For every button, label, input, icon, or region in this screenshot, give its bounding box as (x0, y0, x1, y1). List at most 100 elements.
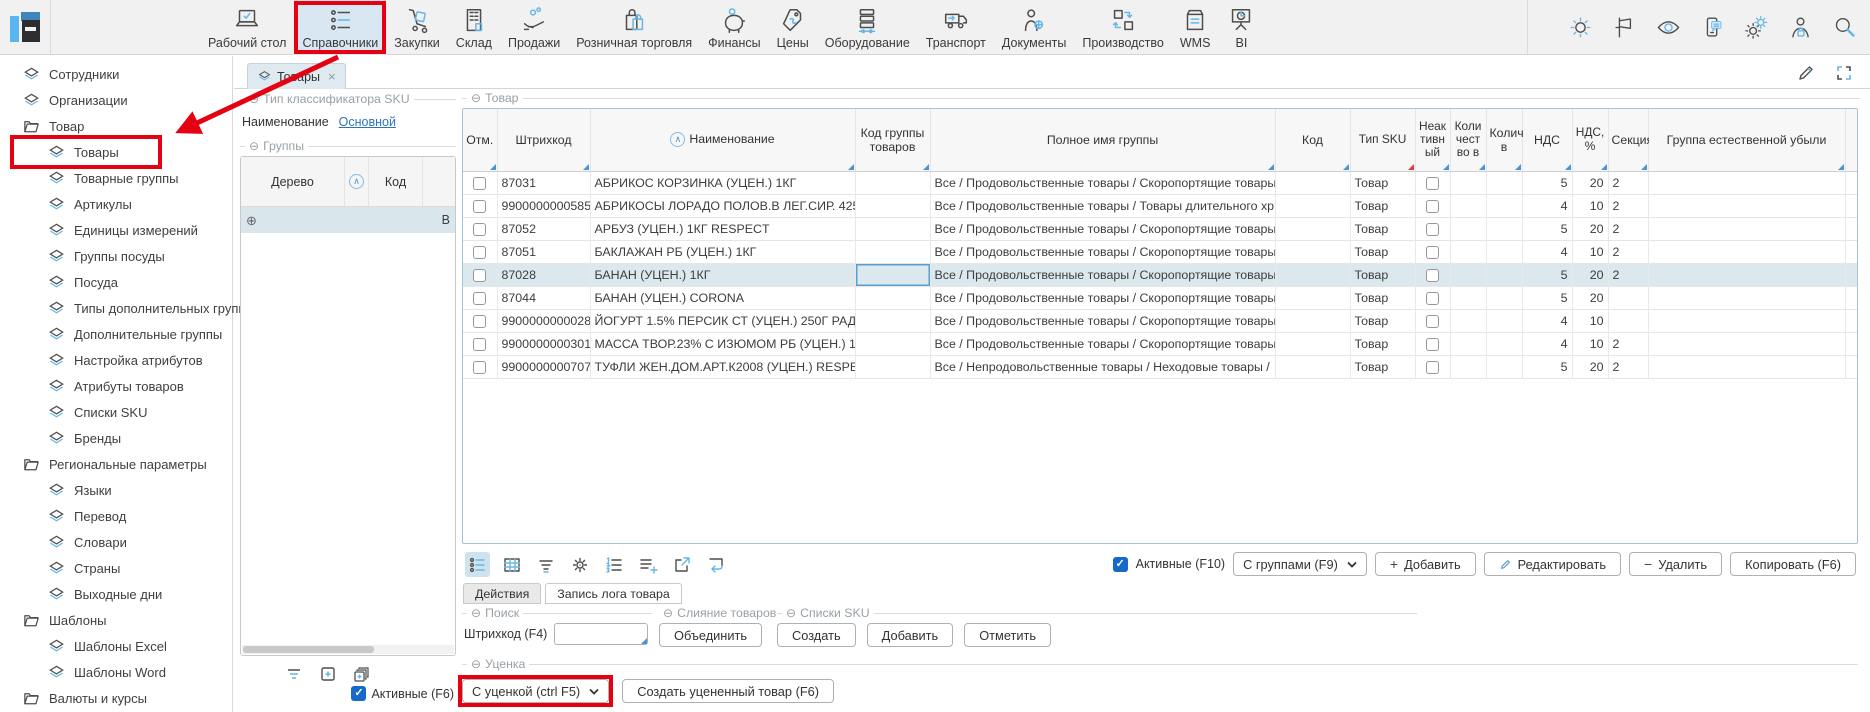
row-checkbox[interactable] (473, 315, 486, 328)
eye-icon[interactable] (1655, 14, 1682, 41)
inactive-checkbox[interactable] (1426, 361, 1439, 374)
module-item[interactable]: Рабочий стол (200, 0, 294, 55)
module-item[interactable]: Закупки (386, 0, 448, 55)
collapse-icon[interactable] (471, 658, 481, 670)
module-item[interactable]: Документы (994, 0, 1074, 55)
sidebar-item[interactable]: Организации (0, 87, 232, 113)
column-header[interactable]: Наименование (590, 109, 855, 171)
close-icon[interactable] (328, 70, 336, 83)
sku-list-button[interactable]: Создать (777, 623, 856, 647)
inactive-checkbox[interactable] (1426, 200, 1439, 213)
inactive-checkbox[interactable] (1426, 338, 1439, 351)
table-row[interactable]: 87051 БАКЛАЖАН РБ (УЦЕН.) 1КГ Все / Прод… (463, 240, 1858, 263)
column-header[interactable]: Секция (1608, 109, 1648, 171)
column-header[interactable]: НДС (1522, 109, 1572, 171)
row-checkbox[interactable] (473, 338, 486, 351)
module-item[interactable]: Цены (769, 0, 817, 55)
sku-list-button[interactable]: Отметить (964, 623, 1051, 647)
edit-button[interactable]: Редактировать (1484, 552, 1621, 576)
column-header[interactable]: Полное имя группы (930, 109, 1275, 171)
tree-filter-icon[interactable] (284, 664, 304, 684)
column-header[interactable]: Тип SKU (1350, 109, 1415, 171)
collapse-icon[interactable] (471, 607, 481, 619)
sidebar-item[interactable]: Страны (0, 555, 232, 581)
sidebar-item[interactable]: Шаблоны Excel (0, 633, 232, 659)
code-column-header[interactable]: Код (369, 157, 423, 206)
inactive-checkbox[interactable] (1426, 292, 1439, 305)
sidebar-item[interactable]: Единицы измерений (0, 217, 232, 243)
table-row[interactable]: 87031 АБРИКОС КОРЗИНКА (УЦЕН.) 1КГ Все /… (463, 171, 1858, 194)
column-header[interactable]: Код (1275, 109, 1350, 171)
delete-button[interactable]: Удалить (1629, 552, 1722, 576)
row-checkbox[interactable] (473, 177, 486, 190)
sku-list-button[interactable]: Добавить (867, 623, 954, 647)
table-row[interactable]: 9900000000585 АБРИКОСЫ ЛОРАДО ПОЛОВ.В ЛЕ… (463, 194, 1858, 217)
list-add-icon[interactable] (635, 552, 660, 577)
view-list-icon[interactable] (465, 552, 490, 577)
sidebar-item[interactable]: Дополнительные группы (0, 321, 232, 347)
inactive-checkbox[interactable] (1426, 315, 1439, 328)
sidebar-item[interactable]: Артикулы (0, 191, 232, 217)
sidebar-item[interactable]: Шаблоны Word (0, 659, 232, 685)
numbered-list-icon[interactable] (601, 552, 626, 577)
tab-product-log[interactable]: Запись лога товара (545, 583, 681, 604)
search-icon[interactable] (1831, 14, 1858, 41)
sort-header-cell[interactable] (345, 157, 369, 206)
sidebar-item[interactable]: Типы дополнительных групп (0, 295, 232, 321)
table-row[interactable]: 9900000000028 ЙОГУРТ 1.5% ПЕРСИК СТ (УЦЕ… (463, 309, 1858, 332)
expand-node-icon[interactable] (246, 214, 257, 227)
pencil-icon[interactable] (1796, 63, 1816, 83)
expand-icon[interactable] (1834, 63, 1854, 83)
row-checkbox[interactable] (473, 200, 486, 213)
inactive-checkbox[interactable] (1426, 223, 1439, 236)
module-item[interactable]: Оборудование (817, 0, 918, 55)
sidebar-item[interactable]: Настройка атрибутов (0, 347, 232, 373)
inactive-checkbox[interactable] (1426, 177, 1439, 190)
module-item[interactable]: Производство (1074, 0, 1172, 55)
feedback-icon[interactable] (1699, 14, 1726, 41)
barcode-input[interactable] (554, 623, 648, 645)
sidebar-item[interactable]: Товарные группы (0, 165, 232, 191)
tab-tovary[interactable]: Товары (247, 63, 346, 89)
column-header[interactable] (1845, 109, 1858, 171)
markdown-mode-select[interactable]: С уценкой (ctrl F5) (462, 679, 609, 703)
column-header[interactable]: Группа естественной убыли (1648, 109, 1845, 171)
settings-icon[interactable] (1743, 14, 1770, 41)
collapse-icon[interactable] (663, 607, 673, 619)
column-header[interactable]: НДС, % (1572, 109, 1608, 171)
add-multiple-groups-icon[interactable] (352, 664, 372, 684)
module-item[interactable]: Транспорт (918, 0, 994, 55)
create-markdown-product-button[interactable]: Создать уцененный товар (F6) (622, 679, 834, 703)
row-checkbox[interactable] (473, 361, 486, 374)
active-f10-checkbox[interactable] (1113, 557, 1128, 572)
sidebar-item[interactable]: Региональные параметры (0, 451, 232, 477)
sidebar-item[interactable]: Товар (0, 113, 232, 139)
row-checkbox[interactable] (473, 269, 486, 282)
table-row[interactable]: 9900000000707 ТУФЛИ ЖЕН.ДОМ.АРТ.К2008 (У… (463, 355, 1858, 378)
sidebar-item[interactable]: Атрибуты товаров (0, 373, 232, 399)
sidebar-item[interactable]: Бренды (0, 425, 232, 451)
filter-icon[interactable] (533, 552, 558, 577)
view-grid-icon[interactable] (499, 552, 524, 577)
collapse-icon[interactable] (786, 607, 796, 619)
groups-mode-select[interactable]: С группами (F9) (1233, 552, 1367, 576)
table-row[interactable]: 9900000000301 МАССА ТВОР.23% С ИЗЮМОМ РБ… (463, 332, 1858, 355)
inactive-checkbox[interactable] (1426, 269, 1439, 282)
sidebar-item[interactable]: Товары (0, 139, 232, 165)
inactive-checkbox[interactable] (1426, 246, 1439, 259)
column-header[interactable]: Неактивный (1415, 109, 1450, 171)
sidebar-item[interactable]: Перевод (0, 503, 232, 529)
scrollbar-thumb[interactable] (243, 646, 374, 653)
module-item[interactable]: Склад (448, 0, 500, 55)
sidebar-item[interactable]: Валюты и курсы (0, 685, 232, 711)
active-f6-checkbox[interactable] (351, 686, 366, 701)
table-row[interactable]: 87028 БАНАН (УЦЕН.) 1КГ Все / Продовольс… (463, 263, 1858, 286)
module-item[interactable]: BI (1218, 0, 1264, 55)
classifier-value-link[interactable]: Основной (339, 115, 396, 129)
module-item[interactable]: Продажи (500, 0, 568, 55)
export-icon[interactable] (669, 552, 694, 577)
collapse-icon[interactable] (471, 92, 481, 104)
flag-icon[interactable] (1611, 14, 1638, 41)
table-row[interactable]: 87052 АРБУЗ (УЦЕН.) 1КГ RESPECT Все / Пр… (463, 217, 1858, 240)
user-lock-icon[interactable] (1787, 14, 1814, 41)
